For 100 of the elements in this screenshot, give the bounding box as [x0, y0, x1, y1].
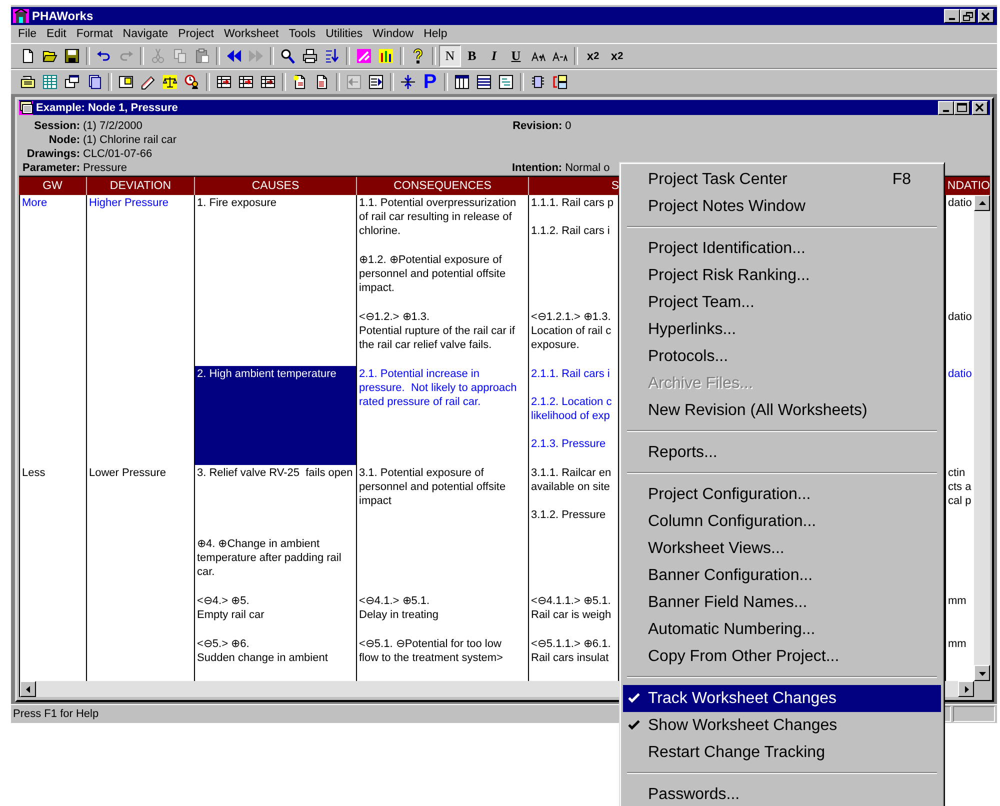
scroll-down-button[interactable] [974, 665, 990, 681]
menu-item[interactable]: Navigate [118, 28, 174, 40]
table-cell[interactable]: Higher Pressure [87, 195, 195, 252]
clock-icon[interactable] [184, 74, 200, 90]
menu-item[interactable]: Restart Change Tracking [623, 739, 941, 766]
column-header[interactable]: S [529, 177, 619, 195]
table-cell[interactable]: ⊕4. ⊕Change in ambient temperature after padding rail car. [195, 536, 357, 593]
table-cell[interactable]: 3.1. Potential exposure of personnel and potential offsite impact [357, 465, 529, 536]
folder-icon[interactable] [20, 74, 36, 90]
menu-item[interactable]: Hyperlinks... [623, 316, 941, 343]
maximize-button[interactable] [954, 100, 970, 114]
menu-item[interactable]: Window [368, 28, 419, 40]
table-cell[interactable]: datio [946, 195, 974, 252]
menu-item[interactable]: Protocols... [623, 343, 941, 370]
undo-icon[interactable] [96, 48, 112, 64]
bar-chart-icon[interactable] [378, 48, 394, 64]
table-icon[interactable] [216, 74, 232, 90]
table-cell[interactable]: 3. Relief valve RV-25 fails open [195, 465, 357, 536]
menu-item[interactable]: Column Configuration... [623, 508, 941, 535]
clipboard-icon[interactable] [194, 48, 210, 64]
save-icon[interactable] [64, 48, 80, 64]
minimize-button[interactable] [938, 100, 954, 114]
table-cell[interactable]: 2.1. Potential increase in pressure. Not likely to approach rated pressure of rail car. [357, 366, 529, 465]
cell-text: 1.1. Potential overpressurization of rail car resulting in release of chlorine. [359, 196, 518, 238]
menu-item[interactable]: File [13, 28, 42, 40]
table-cell[interactable]: 1.1. Potential overpressurization of rail car resulting in release of chlorine. [357, 195, 529, 252]
close-button[interactable] [978, 9, 994, 23]
windows-icon[interactable] [64, 74, 80, 90]
list-icon[interactable] [476, 74, 492, 90]
menu-item[interactable]: Project Risk Ranking... [623, 262, 941, 289]
sort-icon[interactable] [324, 48, 340, 64]
table-cell[interactable]: 2. High ambient temperature [195, 366, 357, 465]
table-cell[interactable]: ⊕1.2. ⊕Potential exposure of personnel and potential offsite impact. [357, 252, 529, 309]
menu-item-label: Banner Field Names... [648, 594, 808, 612]
scroll-up-button[interactable] [974, 195, 990, 211]
table-cell[interactable]: 1. Fire exposure [195, 195, 357, 252]
minimize-button[interactable] [944, 9, 960, 23]
menu-item[interactable]: Project Configuration... [623, 481, 941, 508]
sheet-icon[interactable] [498, 74, 514, 90]
table-cell[interactable]: More [20, 195, 87, 252]
menu-item-label: Project Team... [648, 294, 756, 312]
menu-item[interactable]: Format [71, 28, 118, 40]
menu-item[interactable]: Project Notes Window [623, 193, 941, 220]
field-value: (1) 7/2/2000 [83, 119, 144, 133]
close-button[interactable] [972, 100, 988, 114]
table-cell[interactable]: datio [946, 366, 974, 465]
menu-item[interactable]: Banner Field Names... [623, 589, 941, 616]
vertical-scrollbar[interactable] [974, 195, 990, 681]
table-cell[interactable]: mm [946, 636, 974, 681]
restore-button[interactable] [960, 9, 976, 23]
spreadsheet-icon[interactable] [42, 74, 58, 90]
document-icon[interactable] [20, 48, 36, 64]
table-cell[interactable]: ctin cts a cal p [946, 465, 974, 536]
menu-item[interactable]: New Revision (All Worksheets) [623, 397, 941, 424]
table-cell[interactable]: Less [20, 465, 87, 536]
menu-item[interactable]: Tools [284, 28, 321, 40]
pages-icon[interactable] [86, 74, 102, 90]
menu-item[interactable]: Worksheet Views... [623, 535, 941, 562]
menu-item[interactable]: Project Task Center F8 [623, 166, 941, 193]
menu-item[interactable]: Edit [42, 28, 72, 40]
rewind-icon[interactable] [226, 48, 242, 64]
menu-item[interactable]: Project [173, 28, 219, 40]
size-grip[interactable] [974, 681, 990, 697]
scroll-left-button[interactable] [20, 681, 36, 697]
menu-item[interactable]: Utilities [320, 28, 368, 40]
table-cell[interactable]: Lower Pressure [87, 465, 195, 536]
menu-item[interactable]: Show Worksheet Changes [623, 712, 941, 739]
field-label: Parameter: [22, 161, 81, 175]
menu-item[interactable]: Help [418, 28, 452, 40]
table-icon[interactable] [238, 74, 254, 90]
table-icon[interactable] [454, 74, 470, 90]
format-button[interactable]: N [439, 45, 461, 67]
menu-item[interactable]: Reports... [623, 439, 941, 466]
cell-text: 2.1.1. Rail cars i [531, 367, 611, 381]
menu-item[interactable]: Project Team... [623, 289, 941, 316]
table-cell[interactable]: datio [946, 309, 974, 366]
printer-icon[interactable] [302, 48, 318, 64]
card-icon[interactable] [118, 74, 134, 90]
chip-icon[interactable] [530, 74, 546, 90]
table-cell[interactable]: <⊖4.> ⊕5. Empty rail car [195, 593, 357, 636]
menu-item[interactable]: Banner Configuration... [623, 562, 941, 589]
menu-item[interactable]: Worksheet [218, 28, 284, 40]
merge-arrows-icon[interactable] [400, 74, 416, 90]
menu-item[interactable]: Copy From Other Project... [623, 643, 941, 670]
scroll-right-button[interactable] [958, 681, 974, 697]
search-icon[interactable] [280, 48, 296, 64]
scales-icon[interactable] [162, 74, 178, 90]
minimize-icon [949, 18, 955, 20]
menu-item[interactable]: Automatic Numbering... [623, 616, 941, 643]
sync-icon[interactable] [552, 74, 568, 90]
table-cell[interactable]: <⊖1.2.> ⊕1.3. Potential rupture of the rail car if the rail car relief valve fails. [357, 309, 529, 366]
open-folder-icon[interactable] [42, 48, 58, 64]
menu-item[interactable]: Project Identification... [623, 235, 941, 262]
palette-icon[interactable] [356, 48, 372, 64]
table-cell[interactable]: mm [946, 593, 974, 636]
menu-item[interactable]: Passwords... [623, 781, 941, 806]
table-icon[interactable] [260, 74, 276, 90]
table-cell[interactable]: <⊖4.1.> ⊕5.1. Delay in treating [357, 593, 529, 636]
field-label: Intention: [512, 161, 564, 175]
menu-item[interactable]: Track Worksheet Changes [623, 685, 941, 712]
